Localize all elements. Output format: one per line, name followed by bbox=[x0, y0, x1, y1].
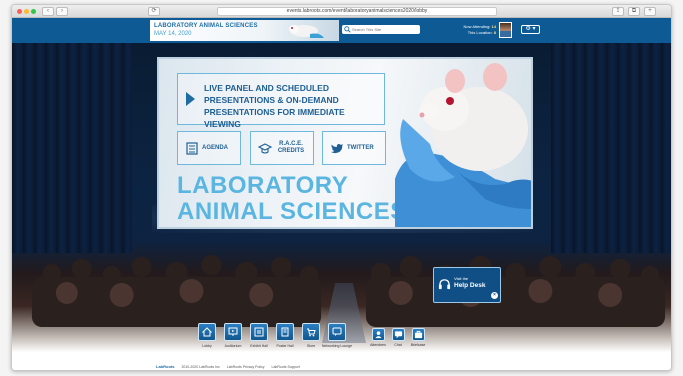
address-bar[interactable]: events.labroots.com/event/laboratoryanim… bbox=[217, 7, 497, 16]
live-presentations-link[interactable]: LIVE PANEL AND SCHEDULED PRESENTATIONS &… bbox=[177, 73, 385, 129]
exhibit-icon bbox=[254, 327, 264, 337]
headset-icon bbox=[438, 279, 451, 290]
browser-toolbar: ‹ › ⟳ events.labroots.com/event/laborato… bbox=[12, 5, 671, 18]
right-curtain bbox=[551, 43, 671, 253]
help-desk-button[interactable]: Visit the Help Desk × bbox=[433, 267, 501, 303]
event-title: LABORATORY ANIMAL SCIENCES bbox=[154, 23, 258, 29]
play-arrow-icon bbox=[186, 92, 195, 106]
forward-button[interactable]: › bbox=[56, 7, 68, 16]
attendance-stats: Now Attending: 14 This Location: 8 bbox=[442, 24, 496, 36]
chat-icon bbox=[332, 327, 342, 336]
now-attending-label: Now Attending: bbox=[463, 24, 491, 29]
dock-attendees-button[interactable] bbox=[372, 328, 385, 341]
cart-icon bbox=[307, 328, 316, 337]
agenda-label: AGENDA bbox=[202, 145, 229, 151]
dock-store-button[interactable] bbox=[302, 323, 320, 341]
navigation-dock: Lobby Auditorium Exhibit Hall Poster Hal… bbox=[198, 323, 438, 359]
twitter-button[interactable]: TWITTER bbox=[322, 131, 386, 165]
dock-networking-lounge-label: Networking Lounge bbox=[321, 344, 353, 348]
briefcase-icon bbox=[414, 330, 423, 339]
dock-chat-button[interactable] bbox=[392, 328, 405, 341]
tabs-icon[interactable]: ⧉ bbox=[628, 7, 640, 16]
dock-exhibit-hall-button[interactable] bbox=[250, 323, 268, 341]
race-credits-label: R.A.C.E. CREDITS bbox=[277, 141, 305, 154]
help-desk-title: Help Desk bbox=[454, 282, 486, 289]
dock-briefcase-label: Briefcase bbox=[410, 343, 426, 347]
rat-logo-icon bbox=[289, 25, 324, 38]
dock-briefcase-button[interactable] bbox=[412, 328, 425, 341]
share-icon[interactable]: ⇪ bbox=[612, 7, 624, 16]
search-input[interactable] bbox=[352, 25, 418, 34]
now-attending-count: 14 bbox=[491, 24, 496, 29]
chat-bubble-icon bbox=[394, 331, 403, 339]
graduation-cap-icon bbox=[258, 143, 272, 154]
auditorium-icon bbox=[228, 327, 238, 336]
twitter-label: TWITTER bbox=[347, 145, 374, 151]
dock-lobby-button[interactable] bbox=[198, 323, 216, 341]
home-icon bbox=[202, 327, 212, 337]
left-curtain bbox=[12, 43, 132, 253]
close-window-button[interactable] bbox=[17, 9, 22, 14]
dock-poster-hall-button[interactable] bbox=[276, 323, 294, 341]
this-location-count: 8 bbox=[493, 30, 496, 35]
event-logo[interactable]: LABORATORY ANIMAL SCIENCES MAY 14, 2020 bbox=[150, 20, 339, 41]
dock-auditorium-button[interactable] bbox=[224, 323, 242, 341]
search-icon bbox=[344, 26, 351, 33]
attendees-icon bbox=[375, 331, 382, 339]
footer-privacy-link[interactable]: LabRoots Privacy Policy bbox=[227, 365, 265, 369]
minimize-window-button[interactable] bbox=[24, 9, 29, 14]
site-footer: LabRoots 2010-2020 LabRoots Inc LabRoots… bbox=[156, 364, 306, 369]
page: ‹ › ⟳ events.labroots.com/event/laborato… bbox=[0, 0, 683, 376]
agenda-icon bbox=[186, 142, 198, 155]
agenda-button[interactable]: AGENDA bbox=[177, 131, 241, 165]
settings-menu-button[interactable]: ⚙ ▾ bbox=[521, 25, 540, 34]
auditorium-scene: LIVE PANEL AND SCHEDULED PRESENTATIONS &… bbox=[12, 43, 671, 370]
footer-copyright: 2010-2020 LabRoots Inc bbox=[181, 365, 220, 369]
new-tab-icon[interactable]: + bbox=[644, 7, 656, 16]
twitter-icon bbox=[331, 144, 343, 154]
lab-rat-image bbox=[395, 63, 531, 227]
help-desk-visit-label: Visit the bbox=[454, 276, 469, 281]
site-header: LABORATORY ANIMAL SCIENCES MAY 14, 2020 … bbox=[12, 18, 671, 43]
presentation-screen: LIVE PANEL AND SCHEDULED PRESENTATIONS &… bbox=[157, 57, 533, 229]
race-credits-button[interactable]: R.A.C.E. CREDITS bbox=[250, 131, 314, 165]
reload-button[interactable]: ⟳ bbox=[148, 7, 160, 16]
live-presentations-text: LIVE PANEL AND SCHEDULED PRESENTATIONS &… bbox=[204, 83, 345, 129]
user-avatar[interactable] bbox=[499, 22, 512, 38]
back-button[interactable]: ‹ bbox=[42, 7, 54, 16]
footer-support-link[interactable]: LabRoots Support bbox=[272, 365, 300, 369]
site-search[interactable] bbox=[342, 25, 420, 34]
maximize-window-button[interactable] bbox=[31, 9, 36, 14]
this-location-label: This Location: bbox=[467, 30, 493, 35]
browser-window: ‹ › ⟳ events.labroots.com/event/laborato… bbox=[11, 4, 672, 371]
event-date: MAY 14, 2020 bbox=[154, 31, 192, 37]
footer-brand[interactable]: LabRoots bbox=[156, 364, 174, 369]
poster-icon bbox=[281, 327, 289, 337]
dock-networking-lounge-button[interactable] bbox=[328, 323, 346, 341]
help-desk-close-icon[interactable]: × bbox=[491, 292, 498, 299]
